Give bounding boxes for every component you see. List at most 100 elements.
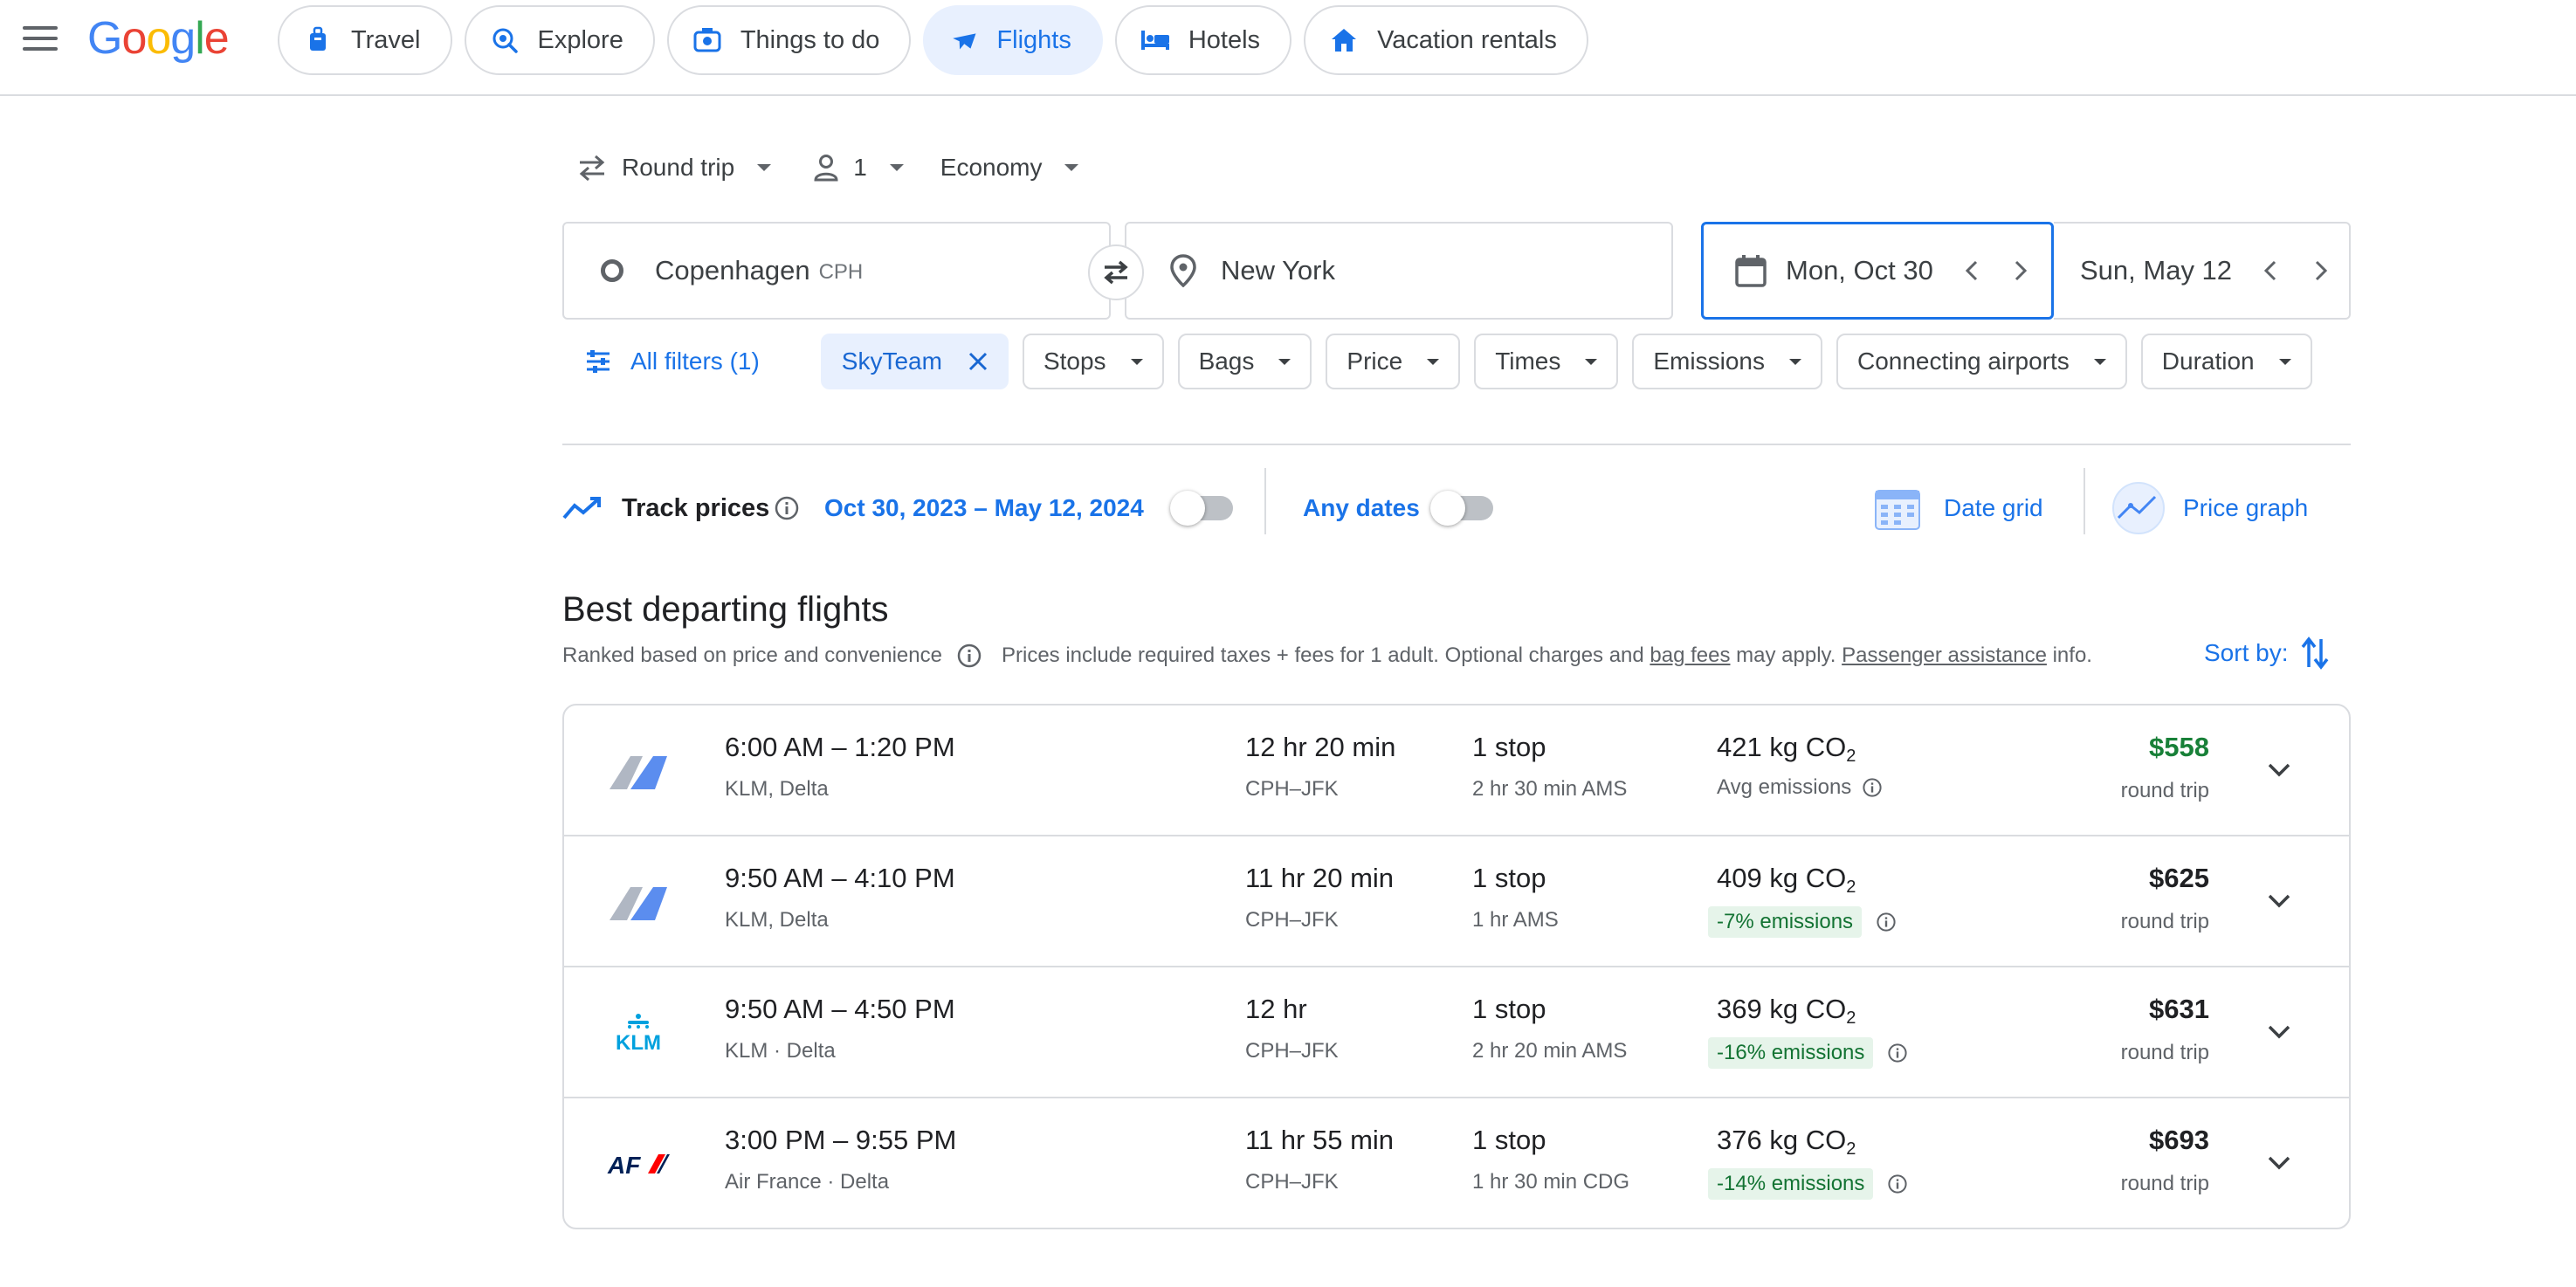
bag-fees-link[interactable]: bag fees — [1650, 644, 1730, 668]
flight-duration: 12 hr 20 min — [1245, 732, 1396, 762]
departure-date-input[interactable]: Mon, Oct 30 — [1701, 222, 2054, 320]
flight-row[interactable]: 6:00 AM – 1:20 PM KLM, Delta 12 hr 20 mi… — [564, 705, 2349, 836]
chip-label: Connecting airports — [1856, 348, 2070, 375]
info-icon[interactable] — [1887, 1173, 1908, 1194]
return-date-input[interactable]: Sun, May 12 — [2054, 222, 2351, 320]
results-heading: Best departing flights — [562, 590, 889, 629]
filter-chip-times[interactable]: Times — [1474, 334, 1619, 389]
emissions-info: Avg emissions — [1717, 775, 1883, 800]
prev-date-chevron-icon[interactable] — [1960, 255, 1984, 286]
tab-label: Hotels — [1188, 25, 1261, 54]
destination-city: New York — [1221, 255, 1335, 286]
explore-icon — [489, 24, 520, 56]
caret-down-icon — [1427, 358, 1440, 365]
co2-value: 409 kg CO — [1717, 863, 1847, 893]
flight-row[interactable]: KLM 9:50 AM – 4:50 PM KLM · Delta 12 hr … — [564, 967, 2349, 1098]
price-graph-label: Price graph — [2183, 494, 2309, 521]
expand-chevron-icon[interactable] — [2262, 753, 2297, 788]
tab-travel[interactable]: Travel — [278, 5, 452, 75]
info-icon[interactable] — [774, 482, 800, 534]
next-date-chevron-icon[interactable] — [2008, 255, 2033, 286]
emissions-badge: -7% emissions — [1708, 906, 1863, 938]
all-filters-button[interactable]: All filters (1) — [562, 334, 779, 389]
info-icon[interactable] — [956, 643, 982, 669]
filter-chip-duration[interactable]: Duration — [2140, 334, 2312, 389]
passenger-assistance-link[interactable]: Passenger assistance — [1842, 644, 2047, 668]
origin-input[interactable]: Copenhagen CPH — [562, 222, 1111, 320]
prices-note: Prices include required taxes + fees for… — [1001, 644, 1644, 667]
all-filters-label: All filters (1) — [630, 348, 760, 375]
any-dates-toggle[interactable] — [1430, 482, 1493, 534]
co2-amount: 421 kg CO2 — [1717, 732, 1856, 766]
close-icon[interactable] — [968, 352, 988, 371]
flight-row[interactable]: AF 3:00 PM – 9:55 PM Air France · Delta … — [564, 1098, 2349, 1228]
filter-chip-emissions[interactable]: Emissions — [1632, 334, 1822, 389]
expand-chevron-icon[interactable] — [2262, 884, 2297, 919]
main-menu-icon[interactable] — [23, 26, 58, 54]
tab-label: Explore — [537, 25, 623, 54]
cabin-class-select[interactable]: Economy — [940, 154, 1079, 182]
filter-chip-price[interactable]: Price — [1326, 334, 1461, 389]
caret-down-icon — [889, 164, 904, 171]
filter-chip-connecting-airports[interactable]: Connecting airports — [1836, 334, 2127, 389]
stop-count: 1 stop — [1472, 863, 1546, 893]
klm-delta-logo-icon — [606, 740, 671, 802]
flight-route: CPH–JFK — [1245, 908, 1339, 932]
track-prices-toggle[interactable] — [1170, 482, 1233, 534]
swap-arrows-icon — [576, 155, 608, 181]
tab-hotels[interactable]: Hotels — [1114, 5, 1292, 75]
chip-label: Duration — [2161, 348, 2255, 375]
price-graph-button[interactable]: Price graph — [2111, 482, 2308, 534]
swap-locations-button[interactable] — [1088, 244, 1144, 300]
co2-value: 376 kg CO — [1717, 1125, 1847, 1155]
prev-date-chevron-icon[interactable] — [2258, 255, 2283, 286]
info-icon[interactable] — [1887, 1043, 1908, 1063]
trip-type-label: Round trip — [622, 154, 735, 181]
air-france-logo-icon: AF — [606, 1133, 671, 1194]
trip-type-select[interactable]: Round trip — [576, 154, 772, 182]
expand-chevron-icon[interactable] — [2262, 1146, 2297, 1180]
flight-times: 9:50 AM – 4:50 PM — [725, 994, 955, 1024]
flight-times: 9:50 AM – 4:10 PM — [725, 863, 955, 893]
logo-letter: o — [121, 13, 147, 64]
stop-count: 1 stop — [1472, 1125, 1546, 1155]
tab-vacation-rentals[interactable]: Vacation rentals — [1304, 5, 1588, 75]
info-icon[interactable] — [1862, 777, 1883, 798]
camera-icon — [692, 24, 723, 56]
layover-info: 1 hr 30 min CDG — [1472, 1170, 1630, 1194]
date-grid-button[interactable]: Date grid — [1872, 482, 2043, 534]
flight-row[interactable]: 9:50 AM – 4:10 PM KLM, Delta 11 hr 20 mi… — [564, 836, 2349, 967]
tab-explore[interactable]: Explore — [464, 5, 655, 75]
logo-letter: o — [146, 13, 171, 64]
logo-letter: G — [87, 13, 122, 64]
airline-names: Air France · Delta — [725, 1170, 890, 1194]
google-logo[interactable]: Google — [87, 12, 230, 65]
passengers-select[interactable]: 1 — [813, 154, 904, 182]
ranked-text: Ranked based on price and convenience — [562, 644, 942, 667]
svg-text:AF: AF — [607, 1152, 641, 1177]
flight-route: CPH–JFK — [1245, 1170, 1339, 1194]
tab-flights[interactable]: Flights — [923, 5, 1103, 75]
sort-by-button[interactable]: Sort by: — [2204, 636, 2330, 671]
next-date-chevron-icon[interactable] — [2309, 255, 2333, 286]
logo-letter: e — [203, 13, 230, 64]
filter-chip-bags[interactable]: Bags — [1177, 334, 1312, 389]
filter-chip-stops[interactable]: Stops — [1022, 334, 1164, 389]
filter-chip-skyteam[interactable]: SkyTeam — [820, 334, 1009, 389]
price-type: round trip — [2120, 779, 2209, 802]
chip-label: SkyTeam — [841, 348, 942, 375]
destination-input[interactable]: New York — [1125, 222, 1673, 320]
tab-label: Vacation rentals — [1377, 25, 1557, 54]
info-icon[interactable] — [1876, 912, 1897, 933]
date-range-link[interactable]: Oct 30, 2023 – May 12, 2024 — [824, 482, 1144, 534]
person-icon — [813, 154, 839, 182]
price: $631 — [2149, 994, 2209, 1024]
price: $558 — [2149, 732, 2209, 762]
tab-things-to-do[interactable]: Things to do — [666, 5, 912, 75]
sort-by-label: Sort by: — [2204, 639, 2289, 666]
expand-chevron-icon[interactable] — [2262, 1015, 2297, 1050]
emissions-info: -7% emissions — [1708, 906, 1897, 938]
caret-down-icon — [757, 164, 772, 171]
divider — [562, 444, 2351, 445]
logo-letter: l — [195, 13, 205, 64]
